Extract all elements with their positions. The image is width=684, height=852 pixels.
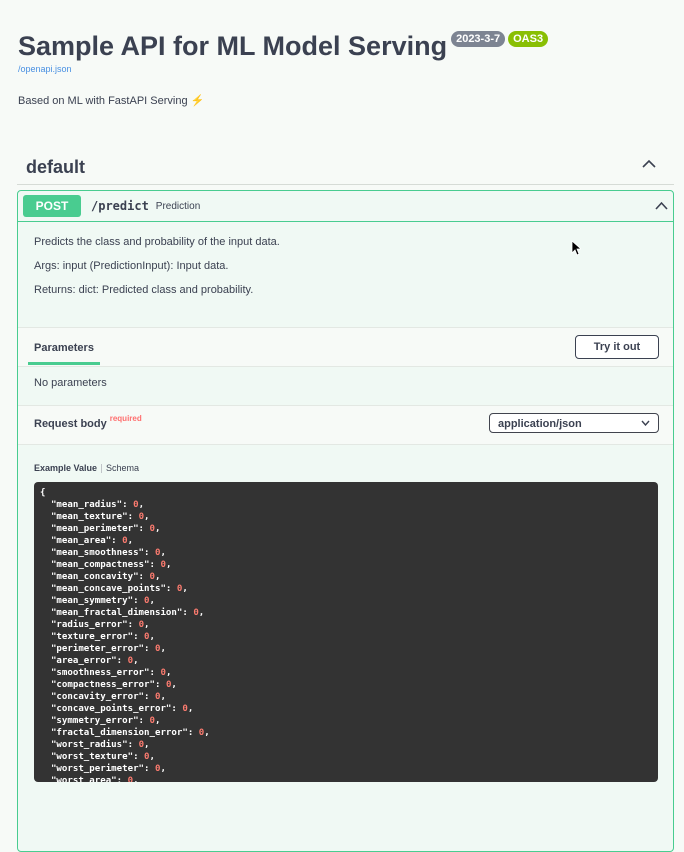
example-value-code[interactable]: { "mean_radius": 0, "mean_texture": 0, "… bbox=[34, 482, 658, 782]
api-description: Based on ML with FastAPI Serving ⚡ bbox=[18, 94, 204, 107]
chevron-up-icon[interactable] bbox=[655, 201, 668, 210]
code-line: "symmetry_error": 0, bbox=[40, 716, 161, 726]
code-line: "worst_area": 0, bbox=[40, 776, 139, 782]
code-number: 0 bbox=[154, 644, 161, 654]
code-number: 0 bbox=[154, 548, 161, 558]
lightning-icon: ⚡ bbox=[190, 95, 205, 107]
code-number: 0 bbox=[154, 692, 161, 702]
tab-divider bbox=[101, 463, 103, 473]
tab-parameters[interactable]: Parameters bbox=[34, 342, 94, 354]
api-title: Sample API for ML Model Serving bbox=[18, 31, 448, 61]
code-number: 0 bbox=[182, 704, 188, 714]
code-number: 0 bbox=[144, 632, 150, 642]
code-line: "mean_concave_points": 0, bbox=[40, 584, 188, 594]
chevron-down-icon bbox=[641, 420, 650, 426]
tab-example-value[interactable]: Example Value bbox=[34, 463, 97, 473]
code-line: "mean_texture": 0, bbox=[40, 512, 150, 522]
code-line: "mean_fractal_dimension": 0, bbox=[40, 608, 205, 618]
chevron-up-icon[interactable] bbox=[642, 159, 656, 169]
code-number: 0 bbox=[144, 596, 150, 606]
operation-summary-text: Prediction bbox=[155, 200, 201, 212]
code-line: "mean_smoothness": 0, bbox=[40, 548, 166, 558]
request-body-header: Request body required application/json bbox=[18, 405, 673, 445]
code-number: 0 bbox=[193, 608, 199, 618]
code-number: 0 bbox=[149, 572, 155, 582]
code-number: 0 bbox=[154, 764, 161, 774]
code-block: { "mean_radius": 0, "mean_texture": 0, "… bbox=[34, 482, 658, 782]
code-line: "perimeter_error": 0, bbox=[40, 644, 166, 654]
oas-badge: OAS3 bbox=[508, 31, 549, 47]
code-line: "texture_error": 0, bbox=[40, 632, 155, 642]
version-badge: 2023-3-7 bbox=[451, 31, 506, 47]
code-number: 0 bbox=[138, 620, 145, 630]
tab-active-indicator bbox=[28, 362, 100, 365]
code-line: "fractal_dimension_error": 0, bbox=[40, 728, 210, 738]
content-type-value: application/json bbox=[498, 418, 582, 430]
code-line: "mean_concavity": 0, bbox=[40, 572, 161, 582]
mouse-cursor-icon bbox=[571, 240, 581, 256]
method-badge: POST bbox=[23, 195, 81, 217]
code-number: 0 bbox=[138, 512, 145, 522]
code-number: 0 bbox=[160, 668, 166, 678]
code-line: "concavity_error": 0, bbox=[40, 692, 166, 702]
code-line: "mean_radius": 0, bbox=[40, 500, 145, 510]
request-body-label: Request body bbox=[34, 418, 107, 430]
code-line: "smoothness_error": 0, bbox=[40, 668, 172, 678]
code-line: "mean_area": 0, bbox=[40, 536, 134, 546]
tag-name: default bbox=[26, 156, 86, 177]
example-schema-tabs: Example Value Schema bbox=[34, 463, 139, 473]
tab-schema[interactable]: Schema bbox=[106, 463, 139, 473]
try-it-out-button[interactable]: Try it out bbox=[575, 335, 659, 359]
tag-section-default[interactable]: default bbox=[17, 150, 674, 185]
required-marker: required bbox=[109, 414, 142, 423]
code-number: 0 bbox=[149, 716, 155, 726]
code-line: "radius_error": 0, bbox=[40, 620, 150, 630]
code-number: 0 bbox=[176, 584, 183, 594]
code-line: "compactness_error": 0, bbox=[40, 680, 177, 690]
code-line: "mean_compactness": 0, bbox=[40, 560, 172, 570]
code-line: "worst_radius": 0, bbox=[40, 740, 150, 750]
no-parameters-text: No parameters bbox=[34, 377, 107, 389]
code-number: 0 bbox=[144, 752, 150, 762]
code-number: 0 bbox=[138, 740, 145, 750]
code-number: 0 bbox=[122, 536, 128, 546]
code-number: 0 bbox=[127, 776, 134, 782]
code-line: "mean_symmetry": 0, bbox=[40, 596, 155, 606]
code-number: 0 bbox=[198, 728, 205, 738]
api-info: Sample API for ML Model Serving 2023-3-7… bbox=[18, 28, 549, 74]
operation-post-predict: POST /predict Prediction Predicts the cl… bbox=[17, 190, 674, 852]
description-line: Args: input (PredictionInput): Input dat… bbox=[34, 260, 229, 272]
code-number: 0 bbox=[127, 656, 134, 666]
code-line: "concave_points_error": 0, bbox=[40, 704, 194, 714]
parameters-header: Parameters Try it out bbox=[18, 327, 673, 367]
title-row: Sample API for ML Model Serving 2023-3-7… bbox=[18, 28, 549, 64]
openapi-spec-link[interactable]: /openapi.json bbox=[18, 64, 548, 74]
code-line: "area_error": 0, bbox=[40, 656, 139, 666]
description-line: Predicts the class and probability of th… bbox=[34, 236, 280, 248]
description-line: Returns: dict: Predicted class and proba… bbox=[34, 284, 254, 296]
content-type-select[interactable]: application/json bbox=[489, 413, 659, 433]
code-line: "mean_perimeter": 0, bbox=[40, 524, 161, 534]
api-description-text: Based on ML with FastAPI Serving bbox=[18, 95, 188, 107]
code-number: 0 bbox=[160, 560, 166, 570]
code-number: 0 bbox=[165, 680, 172, 690]
code-number: 0 bbox=[133, 500, 139, 510]
operation-path: /predict bbox=[91, 199, 149, 213]
code-number: 0 bbox=[149, 524, 155, 534]
operation-summary[interactable]: POST /predict Prediction bbox=[18, 191, 673, 222]
operation-description: Predicts the class and probability of th… bbox=[18, 222, 673, 296]
code-line: "worst_perimeter": 0, bbox=[40, 764, 166, 774]
code-open-brace: { bbox=[40, 488, 46, 498]
code-line: "worst_texture": 0, bbox=[40, 752, 155, 762]
request-body-title: Request body required bbox=[34, 414, 142, 430]
